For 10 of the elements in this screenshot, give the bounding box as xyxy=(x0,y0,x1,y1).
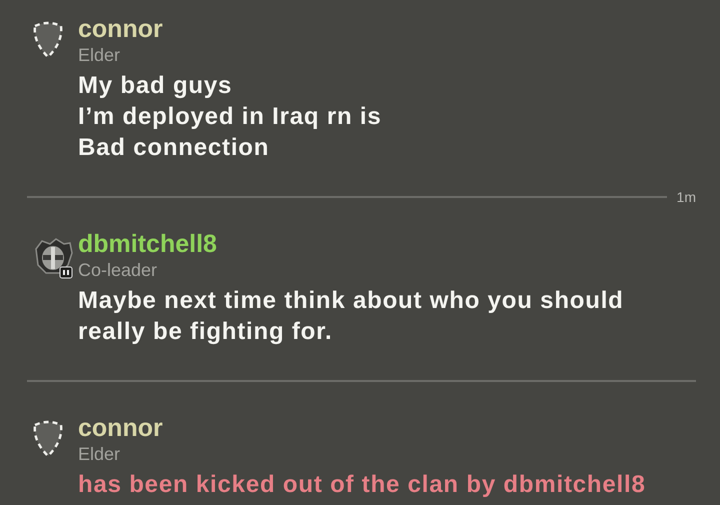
user-name: connor xyxy=(78,14,164,44)
user-role: Co-leader xyxy=(78,259,158,281)
user-name: dbmitchell8 xyxy=(78,229,218,259)
user-role: Elder xyxy=(78,44,122,66)
user-role: Elder xyxy=(78,443,122,465)
user-name: connor xyxy=(78,413,164,443)
message-text: My bad guys I’m deployed in Iraq rn is Bad connection xyxy=(78,71,382,163)
message-time: 1m xyxy=(676,189,696,205)
event-text: has been kicked out of the clan by dbmitchell8 xyxy=(78,470,646,500)
message-text: Maybe next time think about who you should really be fighting for. xyxy=(78,286,624,347)
